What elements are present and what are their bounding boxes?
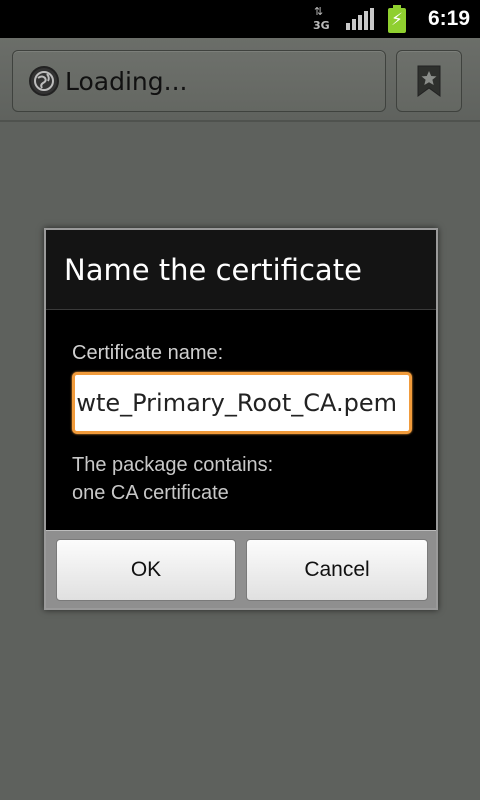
- bookmark-icon: [417, 65, 441, 97]
- dialog-header: Name the certificate: [46, 230, 436, 310]
- package-contains-label: The package contains:: [72, 454, 274, 476]
- battery-charging-icon: ⚡: [387, 5, 406, 33]
- status-bar: ⇅ 3G ⚡ 6:19: [0, 0, 480, 38]
- globe-icon: [29, 66, 59, 96]
- url-field[interactable]: Loading...: [12, 50, 386, 112]
- browser-title-bar: Loading...: [0, 38, 480, 122]
- certificate-name-input[interactable]: wte_Primary_Root_CA.pem: [72, 372, 412, 434]
- dialog-button-bar: OK Cancel: [46, 530, 436, 608]
- clock: 6:19: [427, 7, 470, 30]
- network-label: 3G: [312, 19, 330, 32]
- url-text: Loading...: [65, 66, 188, 96]
- signal-strength-icon: [345, 8, 374, 30]
- network-arrows: ⇅: [313, 5, 323, 18]
- certificate-name-label: Certificate name:: [72, 342, 224, 364]
- ok-button[interactable]: OK: [56, 539, 236, 601]
- name-certificate-dialog: Name the certificate Certificate name: w…: [44, 228, 438, 610]
- network-3g-icon: ⇅ 3G: [312, 5, 332, 33]
- dialog-title: Name the certificate: [64, 252, 362, 287]
- cancel-button[interactable]: Cancel: [246, 539, 428, 601]
- package-contents-value: one CA certificate: [72, 482, 229, 504]
- certificate-name-value: wte_Primary_Root_CA.pem: [76, 389, 397, 417]
- screen: ⇅ 3G ⚡ 6:19 Loading... Name the certific…: [0, 0, 480, 800]
- bookmark-button[interactable]: [396, 50, 462, 112]
- dialog-body: Certificate name: wte_Primary_Root_CA.pe…: [46, 310, 436, 530]
